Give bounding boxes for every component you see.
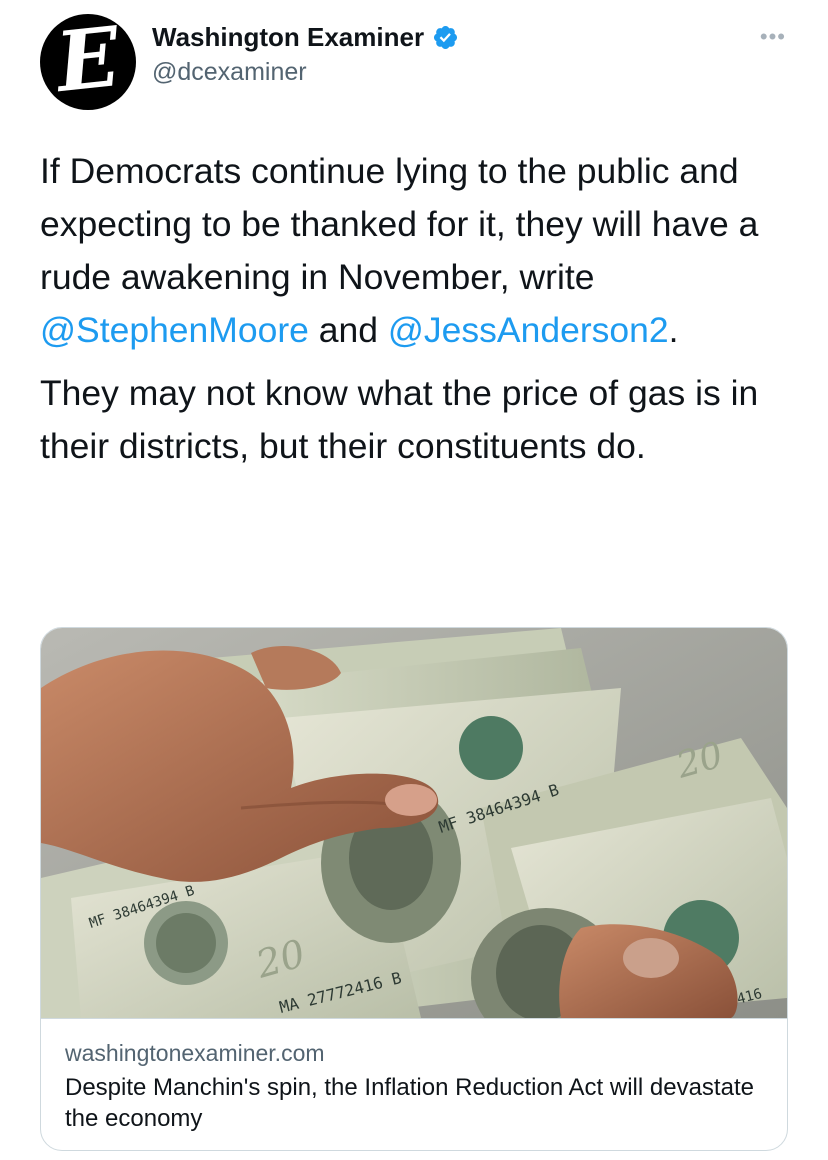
tweet-paragraph-2: They may not know what the price of gas … (40, 373, 759, 466)
avatar-logo-letter: E (51, 14, 124, 110)
tweet-text: If Democrats continue lying to the publi… (40, 145, 790, 473)
author-name-row[interactable]: Washington Examiner (152, 22, 459, 53)
tweet-paragraph-1: If Democrats continue lying to the publi… (40, 145, 790, 357)
author-avatar[interactable]: E (40, 14, 136, 110)
link-preview-card[interactable]: MF 38464394 B MF 38464394 B MA 27772416 … (40, 627, 788, 1151)
card-domain: washingtonexaminer.com (65, 1040, 325, 1066)
card-divider (41, 1018, 787, 1019)
mention-jessanderson2[interactable]: @JessAnderson2 (388, 310, 669, 350)
more-options-icon[interactable]: ••• (760, 24, 786, 50)
tweet-text-segment: If Democrats continue lying to the publi… (40, 151, 759, 297)
verified-badge-icon (434, 25, 458, 50)
author-display-name[interactable]: Washington Examiner (152, 22, 424, 53)
mention-stephenmoore[interactable]: @StephenMoore (40, 310, 309, 350)
tweet-text-segment: and (308, 310, 388, 350)
money-photo-icon[interactable]: MF 38464394 B MF 38464394 B MA 27772416 … (41, 628, 787, 1018)
card-title: Despite Manchin's spin, the Inflation Re… (65, 1074, 754, 1132)
author-handle[interactable]: @dcexaminer (152, 58, 307, 87)
tweet-text-segment: . (668, 310, 679, 350)
